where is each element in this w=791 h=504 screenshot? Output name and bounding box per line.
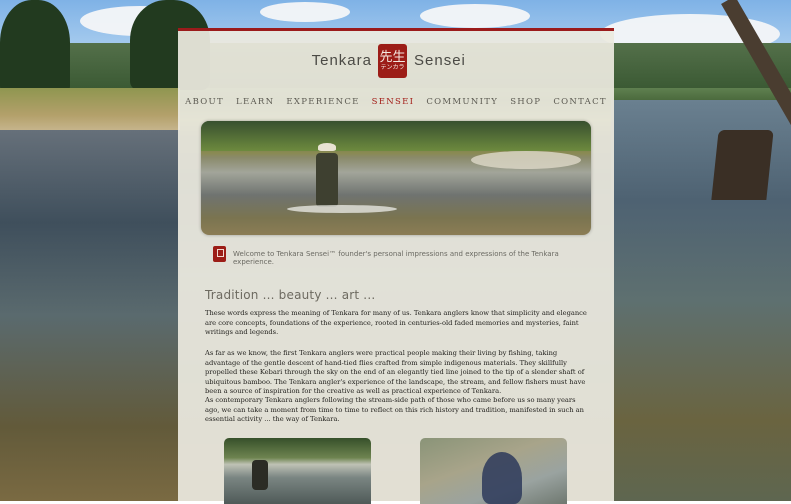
article-paragraph-3: As contemporary Tenkara anglers followin… (205, 396, 584, 423)
logo-word-tenkara: Tenkara (311, 52, 372, 69)
nav-item-experience[interactable]: EXPERIENCE (286, 97, 359, 107)
nav-item-learn[interactable]: LEARN (236, 97, 274, 107)
hero-image (201, 121, 591, 235)
thumbnail-angler-in-river[interactable] (224, 438, 371, 504)
logo-word-sensei: Sensei (414, 52, 466, 69)
seal-icon: 先生 テンカラ (378, 44, 407, 78)
seal-icon (213, 246, 226, 262)
site-logo[interactable]: Tenkara 先生 テンカラ Sensei (178, 39, 614, 78)
thumbnail-shadow-on-water[interactable] (420, 438, 567, 504)
welcome-text: Welcome to Tenkara Sensei™ founder's per… (233, 250, 559, 266)
main-nav: ABOUT LEARN EXPERIENCE SENSEI COMMUNITY … (178, 97, 614, 107)
article-paragraph-2: As far as we know, the first Tenkara ang… (205, 349, 586, 395)
nav-item-sensei[interactable]: SENSEI (372, 97, 415, 107)
nav-item-contact[interactable]: CONTACT (553, 97, 607, 107)
nav-item-shop[interactable]: SHOP (510, 97, 541, 107)
content-panel: Tenkara 先生 テンカラ Sensei ABOUT LEARN EXPER… (178, 28, 614, 504)
article-heading: Tradition ... beauty ... art ... (205, 288, 376, 302)
article-paragraph-1: These words express the meaning of Tenka… (205, 309, 587, 336)
welcome-banner: Welcome to Tenkara Sensei™ founder's per… (211, 245, 581, 267)
nav-item-community[interactable]: COMMUNITY (426, 97, 498, 107)
nav-item-about[interactable]: ABOUT (185, 97, 224, 107)
